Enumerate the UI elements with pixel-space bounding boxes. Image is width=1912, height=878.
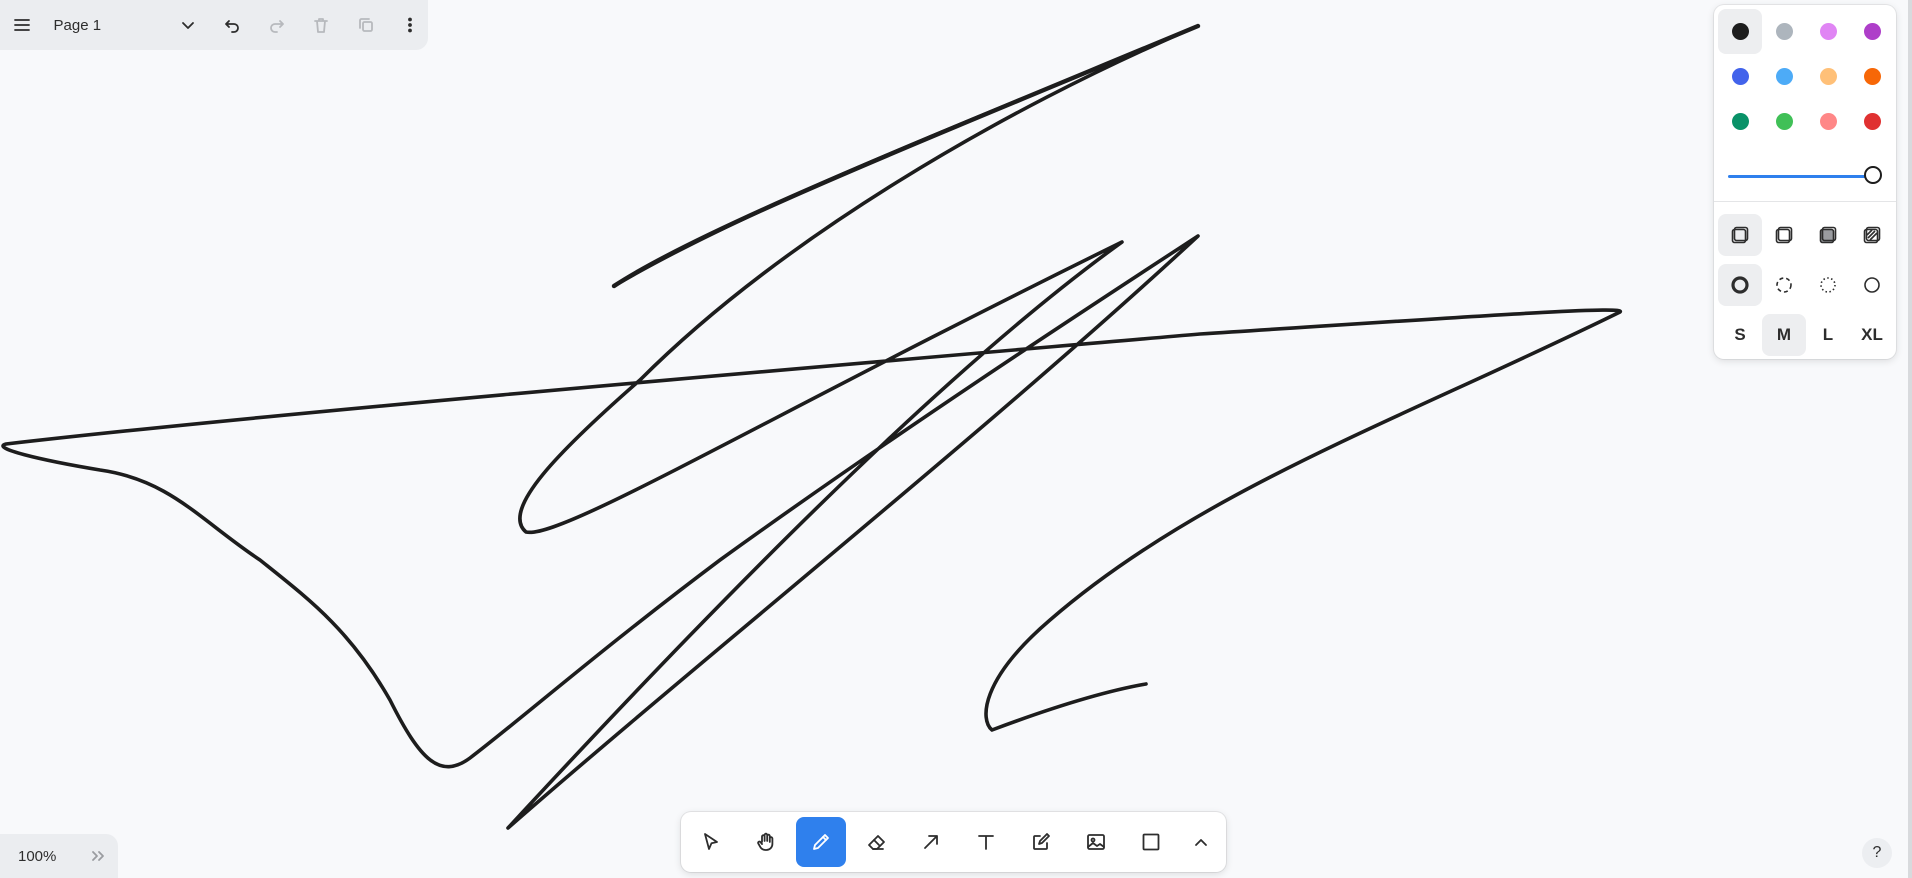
- help-button[interactable]: ?: [1862, 838, 1892, 868]
- menu-panel: Page 1: [0, 0, 428, 50]
- fill-semi-icon: [1775, 226, 1793, 244]
- page-menu-button[interactable]: [170, 7, 206, 43]
- main-menu-button[interactable]: [4, 7, 40, 43]
- more-actions-button[interactable]: [393, 7, 429, 43]
- select-tool[interactable]: [686, 817, 736, 867]
- delete-button[interactable]: [303, 7, 339, 43]
- dash-solid-icon: [1864, 277, 1880, 293]
- dash-solid-option[interactable]: [1850, 264, 1894, 306]
- toolbar: [681, 812, 1226, 872]
- undo-icon: [225, 20, 240, 33]
- arrow-tool[interactable]: [906, 817, 956, 867]
- chevron-up-icon: [1195, 839, 1207, 846]
- fill-solid-option[interactable]: [1806, 214, 1850, 256]
- note-icon: [1033, 833, 1050, 850]
- color-dot: [1863, 23, 1881, 40]
- redo-button[interactable]: [259, 7, 295, 43]
- draw-icon: [813, 834, 829, 850]
- color-swatch-black[interactable]: [1718, 9, 1762, 54]
- dash-dashed-option[interactable]: [1762, 264, 1806, 306]
- fill-solid-icon: [1819, 226, 1837, 244]
- color-swatch-blue[interactable]: [1718, 54, 1762, 99]
- size-l-option[interactable]: L: [1806, 314, 1850, 356]
- more-vertical-icon: [408, 17, 413, 33]
- size-xl-option[interactable]: XL: [1850, 314, 1894, 356]
- double-chevron-right-icon: [92, 851, 104, 861]
- fill-semi-option[interactable]: [1762, 214, 1806, 256]
- scrollbar[interactable]: [1908, 0, 1912, 878]
- text-tool[interactable]: [961, 817, 1011, 867]
- color-dot: [1819, 23, 1837, 40]
- color-dot: [1819, 113, 1837, 130]
- dash-draw-icon: [1731, 276, 1749, 294]
- color-dot: [1731, 113, 1749, 130]
- color-swatch-light-red[interactable]: [1806, 99, 1850, 144]
- color-dot: [1863, 113, 1881, 130]
- color-dot: [1775, 113, 1793, 130]
- divider: [1714, 201, 1896, 202]
- color-swatch-light-blue[interactable]: [1762, 54, 1806, 99]
- color-swatch-yellow[interactable]: [1806, 54, 1850, 99]
- trash-icon: [314, 18, 329, 33]
- hand-icon: [757, 832, 774, 851]
- toggle-minimap-button[interactable]: [80, 838, 116, 874]
- color-swatch-green[interactable]: [1718, 99, 1762, 144]
- color-dot: [1731, 23, 1749, 40]
- color-dot: [1863, 68, 1881, 85]
- size-s-option[interactable]: S: [1718, 314, 1762, 356]
- fill-none-icon: [1731, 226, 1749, 244]
- undo-button[interactable]: [214, 7, 250, 43]
- select-icon: [704, 833, 718, 850]
- zoom-panel: 100%: [0, 834, 118, 878]
- color-dot: [1775, 23, 1793, 40]
- slider-track: [1728, 175, 1872, 178]
- eraser-icon: [868, 835, 885, 850]
- size-options: S M L XL: [1718, 314, 1894, 356]
- draw-tool[interactable]: [796, 817, 846, 867]
- drawing-canvas[interactable]: [0, 0, 1912, 878]
- opacity-slider[interactable]: [1728, 163, 1882, 191]
- dash-dotted-option[interactable]: [1806, 264, 1850, 306]
- color-dot: [1731, 68, 1749, 85]
- note-tool[interactable]: [1016, 817, 1066, 867]
- color-swatch-grey[interactable]: [1762, 9, 1806, 54]
- color-dot: [1819, 68, 1837, 85]
- fill-pattern-icon: [1863, 226, 1881, 244]
- image-icon: [1087, 834, 1105, 850]
- color-swatch-red[interactable]: [1850, 99, 1894, 144]
- dash-dashed-icon: [1776, 277, 1792, 293]
- style-panel: S M L XL: [1714, 5, 1896, 359]
- color-swatch-orange[interactable]: [1850, 54, 1894, 99]
- dash-draw-option[interactable]: [1718, 264, 1762, 306]
- dash-dotted-icon: [1820, 277, 1836, 293]
- rectangle-tool[interactable]: [1126, 817, 1176, 867]
- dash-options: [1718, 264, 1894, 306]
- page-name[interactable]: Page 1: [40, 17, 170, 34]
- color-dot: [1775, 68, 1793, 85]
- zoom-level[interactable]: 100%: [0, 848, 80, 865]
- hand-tool[interactable]: [741, 817, 791, 867]
- chevron-down-icon: [181, 22, 194, 29]
- duplicate-button[interactable]: [348, 7, 384, 43]
- more-tools-button[interactable]: [1181, 817, 1221, 867]
- color-swatch-violet[interactable]: [1850, 9, 1894, 54]
- duplicate-icon: [358, 18, 373, 32]
- image-tool[interactable]: [1071, 817, 1121, 867]
- eraser-tool[interactable]: [851, 817, 901, 867]
- slider-thumb[interactable]: [1864, 166, 1882, 184]
- size-m-option[interactable]: M: [1762, 314, 1806, 356]
- menu-icon: [13, 19, 30, 31]
- color-swatch-light-green[interactable]: [1762, 99, 1806, 144]
- redo-icon: [269, 20, 284, 33]
- fill-options: [1718, 214, 1894, 256]
- text-icon: [978, 835, 994, 850]
- color-swatch-light-violet[interactable]: [1806, 9, 1850, 54]
- fill-pattern-option[interactable]: [1850, 214, 1894, 256]
- arrow-icon: [924, 835, 938, 849]
- freehand-stroke[interactable]: [1, 24, 1622, 830]
- color-picker: [1718, 9, 1894, 144]
- fill-none-option[interactable]: [1718, 214, 1762, 256]
- rectangle-icon: [1142, 833, 1160, 851]
